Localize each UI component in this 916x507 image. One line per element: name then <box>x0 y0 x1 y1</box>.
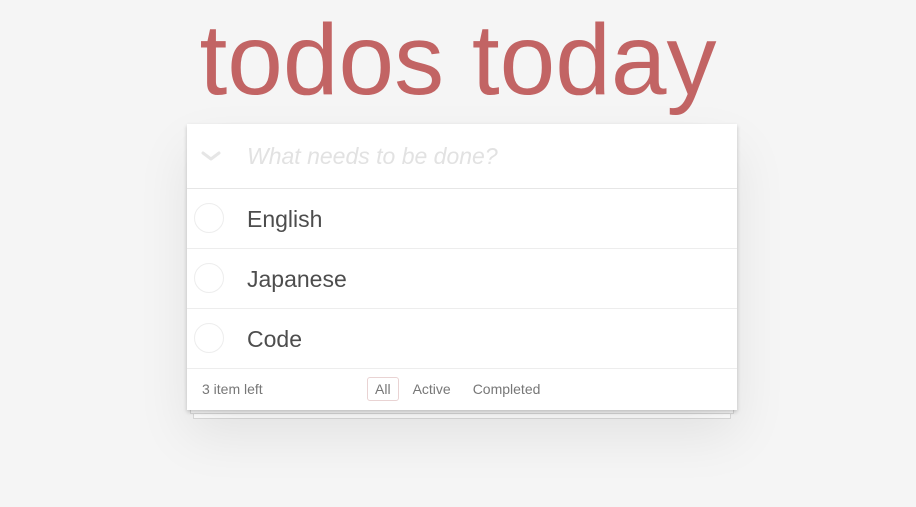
todo-item[interactable]: Japanese <box>187 249 737 309</box>
todo-toggle-checkbox[interactable] <box>194 263 224 293</box>
filter-item: Completed <box>465 377 555 401</box>
todo-count: 3 item left <box>202 381 263 397</box>
filter-list: All Active Completed <box>367 377 554 401</box>
filter-item: Active <box>405 377 465 401</box>
filter-all-link[interactable]: All <box>367 377 399 401</box>
todo-label[interactable]: Japanese <box>247 265 347 293</box>
new-todo-header <box>187 124 737 189</box>
todo-item[interactable]: Code <box>187 309 737 369</box>
todo-item[interactable]: English <box>187 189 737 249</box>
todo-list: English Japanese Code <box>187 189 737 369</box>
app-title: todos today <box>199 4 717 116</box>
filter-item: All <box>367 377 405 401</box>
todo-footer: 3 item left All Active Completed <box>187 369 737 410</box>
chevron-down-icon[interactable] <box>199 142 223 170</box>
todo-label[interactable]: English <box>247 205 322 233</box>
filter-completed-link[interactable]: Completed <box>465 377 549 401</box>
todo-app: English Japanese Code 3 item left All Ac… <box>187 124 737 419</box>
todo-card: English Japanese Code 3 item left All Ac… <box>187 124 737 410</box>
todo-toggle-checkbox[interactable] <box>194 323 224 353</box>
todo-toggle-checkbox[interactable] <box>194 203 224 233</box>
filter-active-link[interactable]: Active <box>405 377 459 401</box>
todo-label[interactable]: Code <box>247 325 302 353</box>
chevron-down-icon-svg <box>201 151 221 161</box>
new-todo-input[interactable] <box>247 134 717 178</box>
